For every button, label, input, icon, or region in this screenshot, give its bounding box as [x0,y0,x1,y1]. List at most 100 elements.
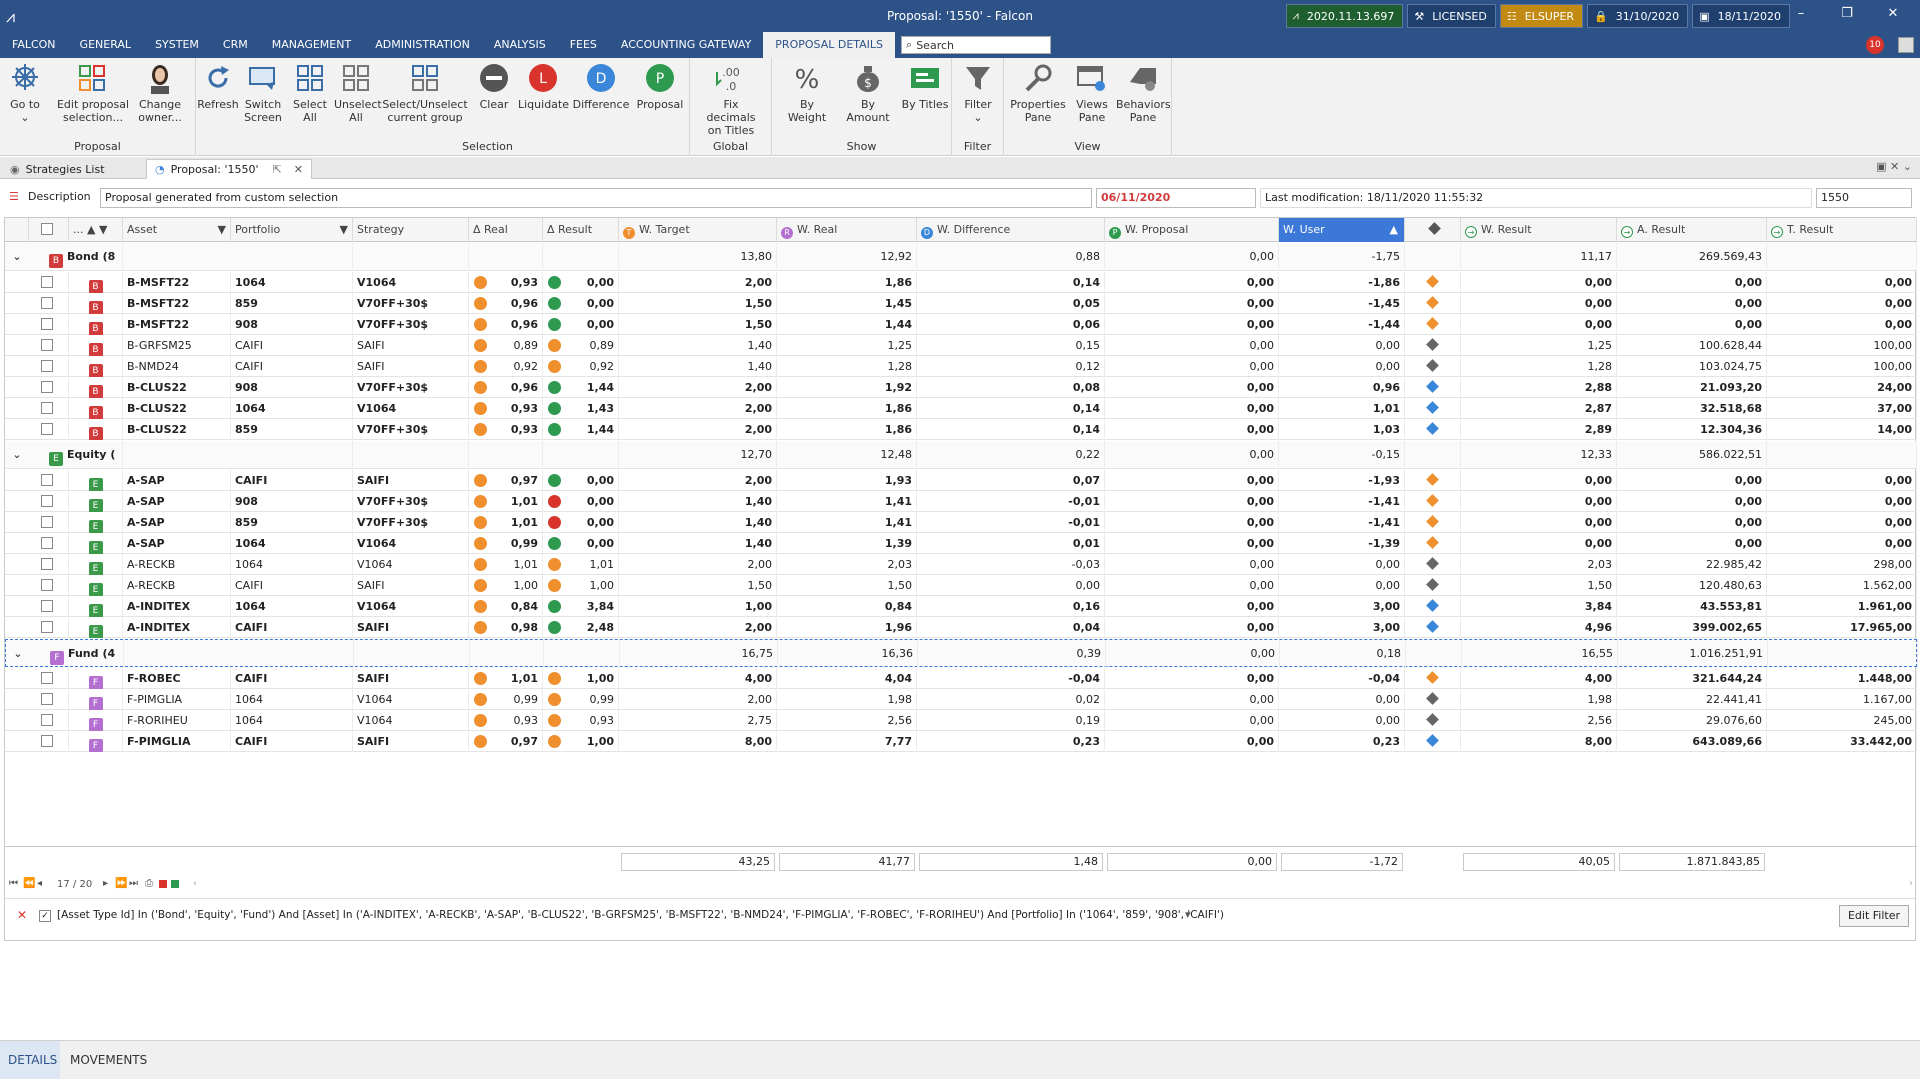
action-diamond-icon[interactable] [1426,620,1439,633]
action-cell[interactable] [1405,335,1461,356]
row-checkbox[interactable] [41,318,53,330]
group-expand[interactable]: ⌄ [5,243,29,271]
cell-wu[interactable]: 0,00 [1279,710,1405,731]
menu-item-system[interactable]: SYSTEM [143,32,211,58]
action-diamond-icon[interactable] [1426,692,1439,705]
row-checkbox[interactable] [41,297,53,309]
menu-item-fees[interactable]: FEES [558,32,609,58]
column-a-result[interactable]: → A. Result [1617,218,1767,242]
row-checkbox[interactable] [41,495,53,507]
action-diamond-icon[interactable] [1426,713,1439,726]
status-badge[interactable]: ⚒ LICENSED [1407,4,1496,28]
delete-row-icon[interactable] [159,880,167,888]
scroll-right-icon[interactable]: › [1909,878,1913,889]
cell-wu[interactable]: 0,96 [1279,377,1405,398]
action-diamond-icon[interactable] [1426,494,1439,507]
row-checkbox[interactable] [41,621,53,633]
cell-wu[interactable]: -1,93 [1279,470,1405,491]
row-checkbox[interactable] [41,735,53,747]
action-diamond-icon[interactable] [1426,401,1439,414]
menu-item-administration[interactable]: ADMINISTRATION [363,32,482,58]
row-select-cell[interactable] [29,689,69,710]
pager-prev-page-icon[interactable]: ⏪ [23,878,35,889]
table-row[interactable]: F F-RORIHEU 1064 V1064 0,93 0,93 2,75 2,56 0,19 0… [5,710,1917,731]
menu-item-analysis[interactable]: ANALYSIS [482,32,558,58]
row-select-cell[interactable] [29,293,69,314]
table-row[interactable]: B B-NMD24 CAIFI SAIFI 0,92 0,92 1,40 1,28 0,12 0,… [5,356,1917,377]
table-row[interactable]: E A-SAP 908 V70FF+30$ 1,01 0,00 1,40 1,41 -0,01 0… [5,491,1917,512]
table-row[interactable]: E A-RECKB 1064 V1064 1,01 1,01 2,00 2,03 -0,03 0,… [5,554,1917,575]
row-select-cell[interactable] [29,377,69,398]
table-row[interactable]: B B-MSFT22 1064 V1064 0,93 0,00 2,00 1,86 0,14 0,… [5,272,1917,293]
action-cell[interactable] [1405,377,1461,398]
row-select-cell[interactable] [29,596,69,617]
row-select-cell[interactable] [29,575,69,596]
refresh-button[interactable]: Refresh [196,62,240,111]
table-row[interactable]: B B-MSFT22 908 V70FF+30$ 0,96 0,00 1,50 1,44 0,0… [5,314,1917,335]
row-checkbox[interactable] [41,693,53,705]
row-select-cell[interactable] [29,710,69,731]
table-row[interactable]: E A-SAP 1064 V1064 0,99 0,00 1,40 1,39 0,01 0,00-… [5,533,1917,554]
clear-filter-icon[interactable]: ✕ [17,908,27,922]
row-select-cell[interactable] [29,398,69,419]
row-checkbox[interactable] [41,714,53,726]
action-cell[interactable] [1405,356,1461,377]
row-checkbox[interactable] [41,558,53,570]
collapse-icon[interactable]: ⌄ [12,250,21,263]
close-icon[interactable]: ✕ [1870,6,1916,21]
status-badge[interactable]: ☷ ELSUPER [1499,4,1584,28]
row-checkbox[interactable] [41,423,53,435]
tab-options-icon[interactable]: ▣ ✕ ⌄ [1876,160,1912,173]
table-row[interactable]: F F-PIMGLIA CAIFI SAIFI 0,97 1,00 8,00 7,77 0,23… [5,731,1917,752]
difference-button[interactable]: D Difference [572,62,630,111]
by-titles-button[interactable]: By Titles [900,62,950,111]
action-diamond-icon[interactable] [1426,317,1439,330]
action-diamond-icon[interactable] [1426,380,1439,393]
action-diamond-icon[interactable] [1426,578,1439,591]
proposal-button[interactable]: P Proposal [634,62,686,111]
table-row[interactable]: E A-RECKB CAIFI SAIFI 1,00 1,00 1,50 1,50 0,00 0,… [5,575,1917,596]
row-select-cell[interactable] [29,470,69,491]
action-diamond-icon[interactable] [1426,275,1439,288]
print-icon[interactable]: ⎙ [145,878,153,889]
cell-wu[interactable]: 0,00 [1279,356,1405,377]
table-row[interactable]: B B-CLUS22 859 V70FF+30$ 0,93 1,44 2,00 1,86 0,1… [5,419,1917,440]
row-select-cell[interactable] [29,314,69,335]
action-cell[interactable] [1405,731,1461,752]
action-diamond-icon[interactable] [1426,671,1439,684]
cell-wu[interactable]: 3,00 [1279,596,1405,617]
row-select-cell[interactable] [29,335,69,356]
column-result[interactable]: Δ Result [543,218,619,242]
action-diamond-icon[interactable] [1426,359,1439,372]
pager-next-page-icon[interactable]: ⏩ [115,878,127,889]
row-select-cell[interactable] [29,617,69,638]
pin-icon[interactable]: ⇱ [273,163,282,176]
menu-item-crm[interactable]: CRM [211,32,260,58]
row-checkbox[interactable] [41,672,53,684]
table-row[interactable]: E A-SAP CAIFI SAIFI 0,97 0,00 2,00 1,93 0,07 0,00… [5,470,1917,491]
column-w-proposal[interactable]: P W. Proposal [1105,218,1279,242]
action-cell[interactable] [1405,272,1461,293]
column-w-real[interactable]: R W. Real [777,218,917,242]
notification-badge[interactable]: 10 [1866,36,1884,54]
group-expand[interactable]: ⌄ [5,441,29,469]
edit-selection-button[interactable]: Edit proposal selection... [56,62,130,124]
cell-wu[interactable]: 3,00 [1279,617,1405,638]
export-icon[interactable] [171,880,179,888]
column-portfolio[interactable]: Portfolio ▼ [231,218,353,242]
row-select-cell[interactable] [29,272,69,293]
pager-prev-icon[interactable]: ◂ [37,878,42,889]
row-checkbox[interactable] [41,360,53,372]
header-checkbox[interactable] [41,223,53,235]
cell-wu[interactable]: -1,39 [1279,533,1405,554]
cell-wu[interactable]: 0,23 [1279,731,1405,752]
group-expand[interactable]: ⌄ [6,640,30,668]
action-cell[interactable] [1405,596,1461,617]
row-checkbox[interactable] [41,402,53,414]
cell-wu[interactable]: 0,00 [1279,554,1405,575]
menu-item-management[interactable]: MANAGEMENT [260,32,363,58]
action-cell[interactable] [1405,554,1461,575]
tab-details[interactable]: DETAILS [0,1041,60,1079]
cell-wu[interactable]: -1,41 [1279,491,1405,512]
filter-enabled-checkbox[interactable]: ✓ [39,910,51,922]
